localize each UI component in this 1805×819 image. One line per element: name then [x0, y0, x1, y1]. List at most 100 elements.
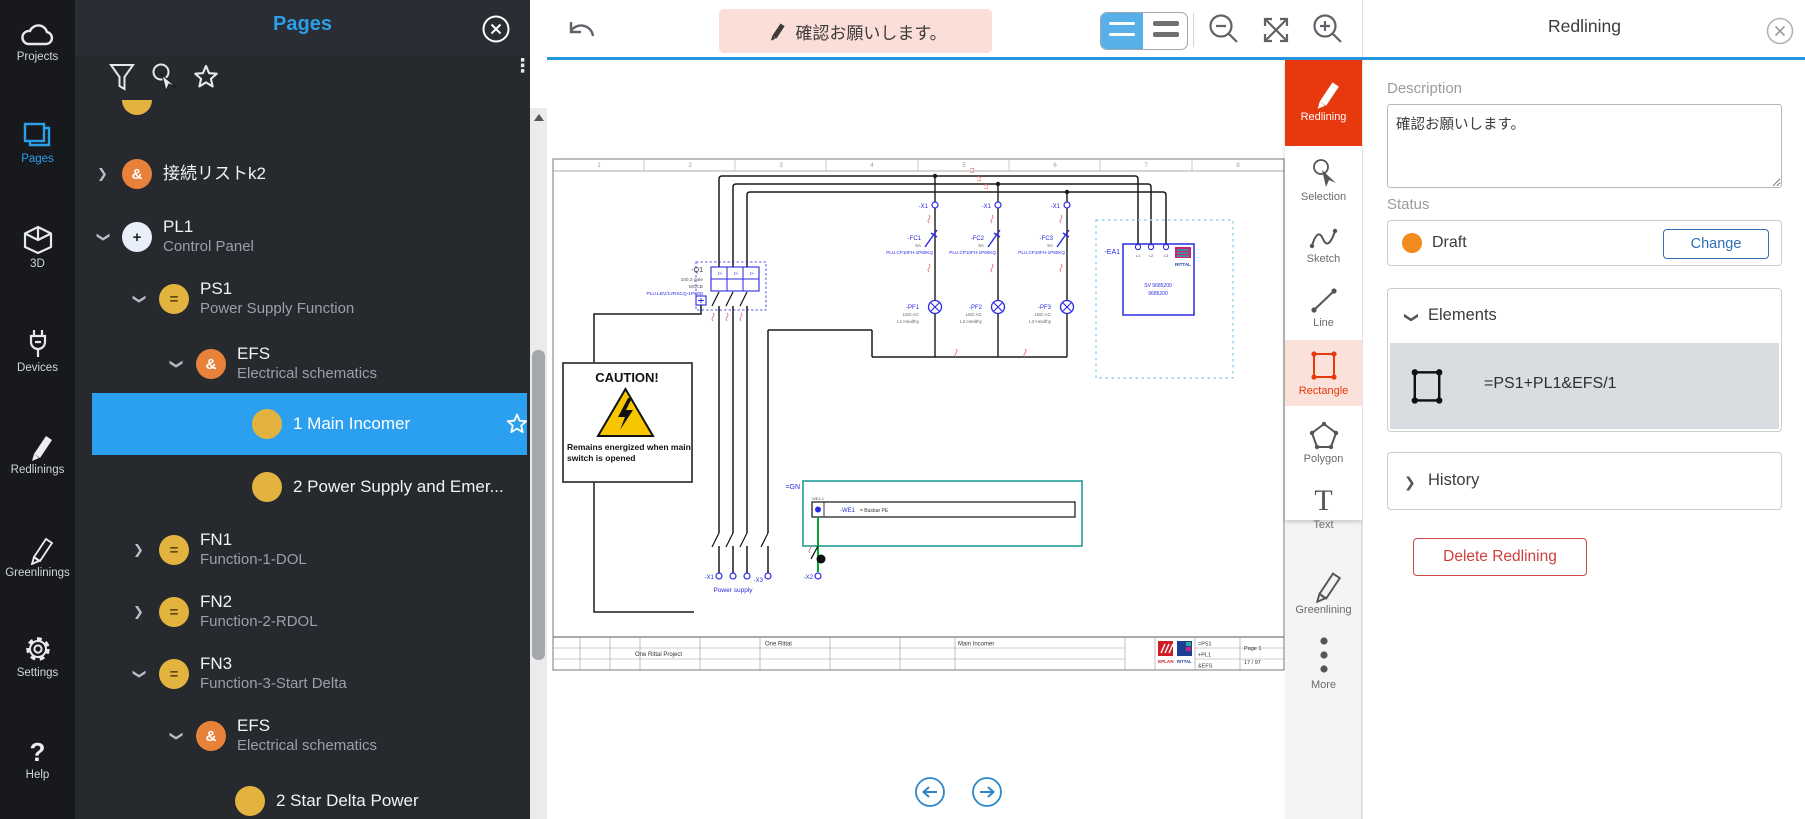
tree-item-connection-list[interactable]: ❯ & 接続リストk2	[75, 143, 530, 205]
chevron-down-icon[interactable]: ❮	[94, 232, 110, 243]
sidebar-item-redlinings[interactable]: Redlinings	[0, 432, 75, 496]
tree-item-title: EFS	[237, 344, 270, 363]
drawing-canvas[interactable]: 確認お願いします。	[547, 0, 1285, 819]
tree-item-power-supply-page[interactable]: 2 Power Supply and Emer...	[75, 456, 530, 518]
undo-button[interactable]	[564, 16, 598, 44]
tool-selection[interactable]: Selection	[1285, 152, 1362, 212]
tree-item-efs[interactable]: ❮ & EFS Electrical schematics	[75, 333, 530, 395]
svg-text:LED AC: LED AC	[903, 312, 920, 317]
description-label: Description	[1387, 80, 1462, 97]
elements-header[interactable]: Elements	[1428, 306, 1497, 325]
scroll-up-icon[interactable]	[534, 114, 544, 121]
zoom-in-button[interactable]	[1311, 13, 1345, 47]
schematic-drawing[interactable]: 12 34 56 78 L1 L2 L3	[547, 60, 1285, 819]
tree-item-main-incomer[interactable]: 1 Main Incomer	[92, 393, 527, 455]
chevron-right-icon[interactable]: ❯	[133, 542, 144, 558]
chevron-right-icon[interactable]: ❯	[1404, 474, 1416, 491]
svg-text:Remains energized when main: Remains energized when main	[567, 442, 691, 452]
favorites-filter-icon[interactable]	[192, 63, 220, 91]
single-page-view-button[interactable]	[1101, 13, 1145, 49]
tree-item-fn2[interactable]: ❯ = FN2 Function-2-RDOL	[75, 581, 530, 643]
multi-page-view-button[interactable]	[1145, 13, 1187, 49]
svg-text:5A: 5A	[915, 243, 922, 248]
polygon-icon	[1307, 420, 1341, 452]
svg-text:I>: I>	[734, 271, 738, 276]
tree-item-ps1[interactable]: ❮ = PS1 Power Supply Function	[75, 268, 530, 330]
tool-greenlining[interactable]: Greenlining	[1285, 555, 1362, 625]
next-page-button[interactable]	[973, 778, 1001, 806]
sidebar-item-greenlinings[interactable]: Greenlinings	[0, 535, 75, 599]
change-status-button[interactable]: Change	[1663, 229, 1769, 259]
chevron-down-icon[interactable]: ❮	[1401, 312, 1418, 324]
favorite-star-icon[interactable]	[505, 412, 529, 436]
zoom-out-button[interactable]	[1207, 13, 1241, 47]
select-page-icon[interactable]	[149, 62, 179, 94]
filter-icon[interactable]	[109, 63, 135, 93]
redline-note-badge[interactable]: 確認お願いします。	[719, 9, 992, 53]
svg-text:-X1: -X1	[705, 575, 715, 581]
svg-text:-FC1: -FC1	[908, 236, 922, 242]
tree-item-pl1[interactable]: ❮ + PL1 Control Panel	[75, 206, 530, 268]
tool-more[interactable]: More	[1285, 628, 1362, 696]
sidebar-item-help[interactable]: ? Help	[0, 737, 75, 801]
zoom-fit-button[interactable]	[1259, 13, 1293, 47]
toggle-bar	[1153, 21, 1179, 26]
sidebar-item-3d[interactable]: 3D	[0, 224, 75, 288]
tree-scrollbar[interactable]	[530, 108, 547, 819]
tool-rectangle[interactable]: Rectangle	[1285, 340, 1362, 406]
svg-text:One Rittal Project: One Rittal Project	[635, 652, 682, 658]
tool-sketch[interactable]: Sketch	[1285, 216, 1362, 274]
svg-text:100,3 pole: 100,3 pole	[681, 277, 704, 283]
svg-text:-WE1: -WE1	[840, 508, 856, 514]
chevron-down-icon[interactable]: ❮	[130, 669, 146, 680]
prev-page-button[interactable]	[916, 778, 944, 806]
description-input[interactable]: 確認お願いします。	[1387, 104, 1782, 188]
tree-item-title: 接続リストk2	[163, 164, 266, 183]
tool-label: Polygon	[1285, 453, 1362, 465]
toggle-bar	[1109, 22, 1135, 25]
tool-label: Line	[1285, 317, 1362, 329]
page-layout-toggle[interactable]	[1100, 12, 1188, 50]
branch-part-numbers: PLU.CP10FH-1P60KQPLU.CP10FH-1P60KQPLU.CP…	[886, 250, 1065, 255]
scrollbar-thumb[interactable]	[532, 350, 545, 660]
sidebar-item-pages[interactable]: Pages	[0, 121, 75, 185]
tool-polygon[interactable]: Polygon	[1285, 412, 1362, 474]
status-color-dot	[1402, 233, 1422, 253]
tree-item-fn3[interactable]: ❮ = FN3 Function-3-Start Delta	[75, 643, 530, 705]
history-header[interactable]: History	[1428, 471, 1479, 490]
chevron-down-icon[interactable]: ❮	[167, 731, 183, 742]
toolbar-underline	[547, 57, 1805, 60]
chevron-right-icon[interactable]: ❯	[133, 604, 144, 620]
chevron-down-icon[interactable]: ❮	[130, 294, 146, 305]
selection-handle[interactable]	[817, 555, 826, 564]
svg-text:One Rittal: One Rittal	[765, 642, 792, 648]
chevron-right-icon[interactable]: ❯	[97, 166, 108, 182]
tool-text[interactable]: T Text	[1285, 478, 1362, 540]
tree-item-efs-2[interactable]: ❮ & EFS Electrical schematics	[75, 705, 530, 767]
sketch-icon	[1307, 224, 1341, 252]
tree-item-star-delta-page[interactable]: 2 Star Delta Power	[75, 770, 530, 819]
sidebar-item-settings[interactable]: Settings	[0, 633, 75, 697]
tree-item-title: PL1	[163, 217, 193, 236]
chevron-down-icon[interactable]: ❮	[167, 359, 183, 370]
tool-line[interactable]: Line	[1285, 278, 1362, 336]
tree-item-title: PS1	[200, 279, 232, 298]
sidebar-item-projects[interactable]: Projects	[0, 23, 75, 87]
svg-text:17 / 97: 17 / 97	[1244, 660, 1261, 666]
svg-text:PLU.LBV/12RSCQ-1P60D: PLU.LBV/12RSCQ-1P60D	[646, 291, 703, 297]
panel-close-button[interactable]	[1766, 17, 1794, 45]
svg-text:9685200: 9685200	[1148, 291, 1168, 297]
tool-label: Greenlining	[1285, 604, 1362, 616]
pages-more-menu-icon[interactable]: ⋮	[513, 61, 527, 97]
tool-redlining[interactable]: Redlining	[1285, 60, 1362, 146]
selection-cursor-icon	[1309, 158, 1339, 190]
tree-item-fn1[interactable]: ❯ = FN1 Function-1-DOL	[75, 519, 530, 581]
sidebar-item-label: Help	[0, 769, 75, 781]
svg-text:-PF3: -PF3	[1038, 305, 1052, 311]
pages-panel-close-button[interactable]	[482, 15, 510, 43]
svg-text:-X1: -X1	[1051, 204, 1061, 210]
element-row[interactable]: =PS1+PL1&EFS/1	[1390, 343, 1779, 429]
svg-text:RITTAL: RITTAL	[1177, 659, 1192, 664]
delete-redlining-button[interactable]: Delete Redlining	[1413, 538, 1587, 576]
sidebar-item-devices[interactable]: Devices	[0, 328, 75, 392]
